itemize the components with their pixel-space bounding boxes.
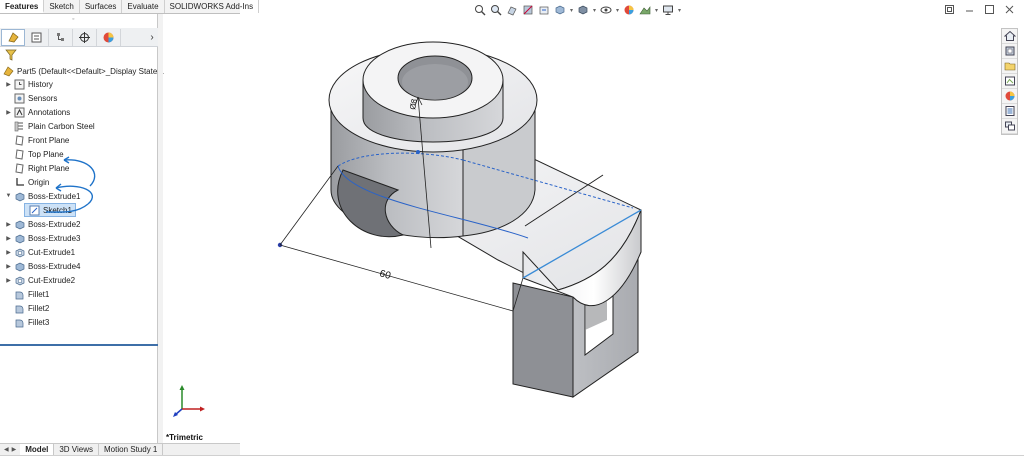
extrude-icon xyxy=(13,190,25,202)
status-bar xyxy=(0,455,1024,463)
tree-item-annotations[interactable]: ▶ Annotations xyxy=(4,105,70,119)
extrude-icon xyxy=(13,232,25,244)
plane-icon xyxy=(13,134,25,146)
tree-item-front-plane[interactable]: Front Plane xyxy=(4,133,69,147)
tab-surfaces[interactable]: Surfaces xyxy=(80,0,123,13)
material-icon xyxy=(13,120,25,132)
origin-icon xyxy=(13,176,25,188)
tree-item-boss-extrude3[interactable]: ▶ Boss-Extrude3 xyxy=(4,231,80,245)
arrow-left-icon[interactable]: ◀ xyxy=(4,446,9,453)
filter-icon[interactable] xyxy=(5,49,19,63)
tab-evaluate[interactable]: Evaluate xyxy=(122,0,165,13)
arrow-right-icon[interactable]: ▶ xyxy=(12,446,17,453)
panel-more-chevron-icon[interactable]: › xyxy=(146,32,158,43)
cut-extrude-icon xyxy=(13,246,25,258)
configuration-manager-tab[interactable] xyxy=(49,28,73,46)
coordinate-triad-icon xyxy=(173,385,205,417)
panel-toolbar: › xyxy=(0,28,158,47)
tree-item-sensors[interactable]: Sensors xyxy=(4,91,57,105)
sketch-icon xyxy=(28,204,40,216)
history-icon xyxy=(13,78,25,90)
solidworks-window: Features Sketch Surfaces Evaluate SOLIDW… xyxy=(0,0,1024,463)
view-orientation-label: *Trimetric xyxy=(166,433,203,442)
plane-icon xyxy=(13,162,25,174)
appearance-icon xyxy=(103,32,114,42)
tree-item-fillet3[interactable]: Fillet3 xyxy=(4,315,49,329)
expand-arrow-icon[interactable]: ▶ xyxy=(4,277,13,284)
fillet-icon xyxy=(13,302,25,314)
diameter-dimension-text[interactable]: Ø8 xyxy=(408,98,419,111)
cut-extrude-icon xyxy=(13,274,25,286)
crosshair-icon xyxy=(79,31,90,43)
extrude-icon xyxy=(13,218,25,230)
dimension-text[interactable]: 60 xyxy=(378,268,392,282)
fillet-icon xyxy=(13,288,25,300)
extrude-icon xyxy=(13,260,25,272)
expand-arrow-icon[interactable]: ▶ xyxy=(4,221,13,228)
property-manager-icon xyxy=(31,32,42,42)
plane-icon xyxy=(13,148,25,160)
tab-features[interactable]: Features xyxy=(0,0,45,13)
expand-arrow-icon[interactable]: ▶ xyxy=(4,249,13,256)
tree-item-fillet2[interactable]: Fillet2 xyxy=(4,301,49,315)
graphics-viewport[interactable]: ▾ ▾ ▾ ▾ ▾ 60 Ø8 *Trimetric xyxy=(163,0,1024,455)
rollback-bar[interactable] xyxy=(0,344,158,346)
part-model[interactable]: 60 Ø8 xyxy=(163,0,1024,455)
fillet-icon xyxy=(13,316,25,328)
property-manager-tab[interactable] xyxy=(25,28,49,46)
feature-manager-icon xyxy=(7,31,19,42)
tab-motion-study-1[interactable]: Motion Study 1 xyxy=(99,444,164,455)
configuration-manager-icon xyxy=(57,32,64,41)
part-label: Part5 (Default<<Default>_Display State 1 xyxy=(17,66,164,76)
expand-arrow-icon[interactable]: ▶ xyxy=(4,81,13,88)
display-manager-tab[interactable] xyxy=(97,28,121,46)
annotation-arrows xyxy=(45,156,96,213)
tab-sketch[interactable]: Sketch xyxy=(44,0,80,13)
expand-arrow-icon[interactable]: ▶ xyxy=(4,263,13,270)
tree-item-cut-extrude1[interactable]: ▶ Cut-Extrude1 xyxy=(4,245,75,259)
collapse-arrow-icon[interactable]: ▼ xyxy=(4,193,13,199)
tree-item-boss-extrude4[interactable]: ▶ Boss-Extrude4 xyxy=(4,259,80,273)
dimxpert-manager-tab[interactable] xyxy=(73,28,97,46)
annotations-icon xyxy=(13,106,25,118)
tree-item-material[interactable]: Plain Carbon Steel xyxy=(4,119,95,133)
tab-3d-views[interactable]: 3D Views xyxy=(54,444,100,455)
tab-model[interactable]: Model xyxy=(20,444,55,455)
tree-item-fillet1[interactable]: Fillet1 xyxy=(4,287,49,301)
expand-arrow-icon[interactable]: ▶ xyxy=(4,235,13,242)
expand-arrow-icon[interactable]: ▶ xyxy=(4,109,13,116)
feature-manager-tab[interactable] xyxy=(1,28,25,46)
tab-nav-arrows[interactable]: ◀ ▶ xyxy=(0,444,20,455)
panel-grip-icon[interactable]: ◦ xyxy=(72,16,74,23)
part-icon xyxy=(2,65,14,77)
tree-item-part[interactable]: Part5 (Default<<Default>_Display State 1 xyxy=(2,64,164,78)
feature-manager-panel: ◦ › Part5 (Default<<Default>_Display Sta… xyxy=(0,14,164,443)
tree-item-history[interactable]: ▶ History xyxy=(4,77,53,91)
sensors-icon xyxy=(13,92,25,104)
tree-item-cut-extrude2[interactable]: ▶ Cut-Extrude2 xyxy=(4,273,75,287)
